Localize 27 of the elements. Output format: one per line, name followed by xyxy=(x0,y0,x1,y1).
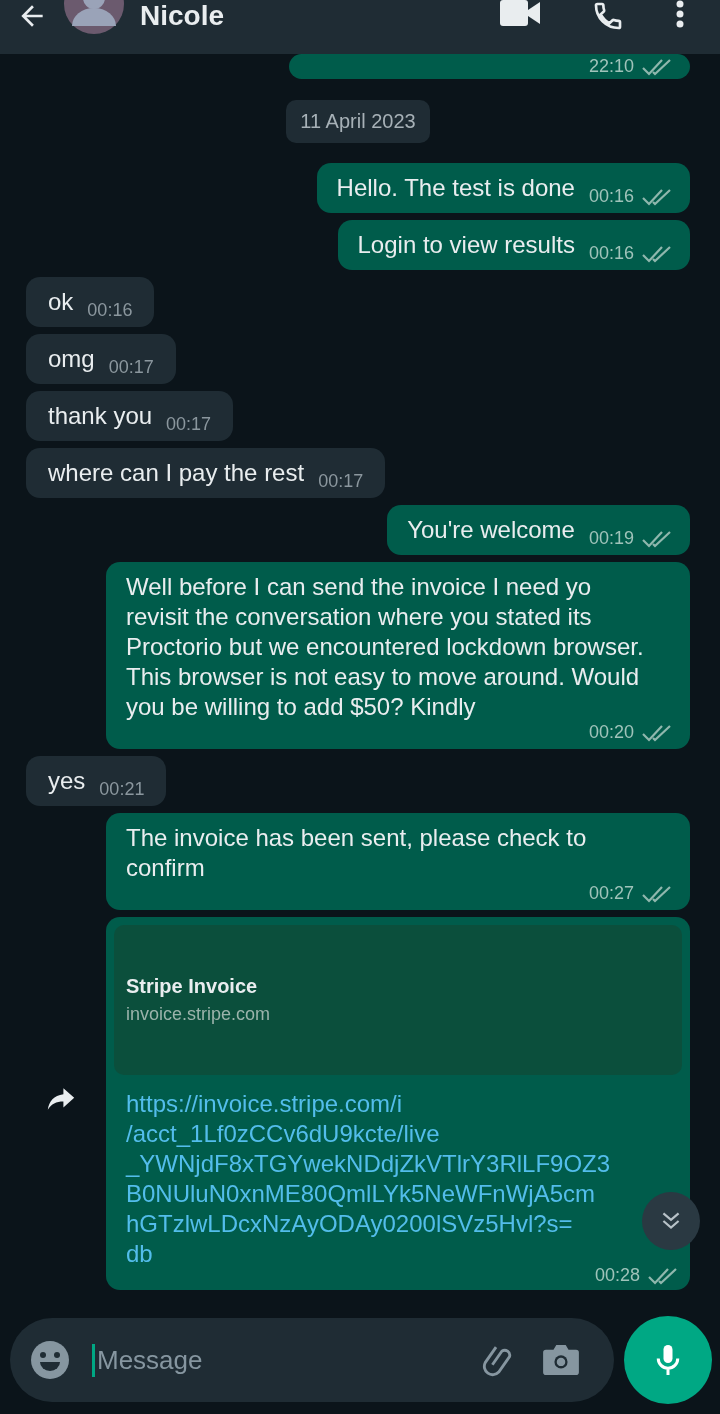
link-preview[interactable]: Stripe Invoice invoice.stripe.com xyxy=(114,925,682,1075)
message-text: thank you xyxy=(48,401,153,431)
message-time: 00:19 xyxy=(588,528,634,549)
contact-name[interactable]: Nicole xyxy=(140,2,225,30)
message-time: 00:21 xyxy=(99,779,145,800)
message-time: 00:16 xyxy=(87,300,133,321)
message-text: where can I pay the rest xyxy=(48,458,305,488)
message-time: 00:17 xyxy=(166,414,212,435)
date-chip: 11 April 2023 xyxy=(286,100,430,143)
message-time: 00:17 xyxy=(318,471,364,492)
preview-title: Stripe Invoice xyxy=(126,975,259,998)
message-text: Login to view results xyxy=(357,230,575,260)
message-input-field[interactable]: Message xyxy=(92,1343,458,1377)
message-text: Well before I can send the invoice I need yo revisit the conversation where you stated its Proctorio but we encountered lockdown browser. This browser is not easy to move around. Would you be willing to add $50? Kindly xyxy=(126,572,645,722)
message-text: ok xyxy=(48,287,74,317)
message-time: 22:10 xyxy=(588,56,634,77)
message-text: You're welcome xyxy=(407,515,575,545)
message-text: The invoice has been sent, please check to confirm xyxy=(126,823,588,883)
message-time: 00:16 xyxy=(588,243,634,264)
message-text: yes xyxy=(48,766,86,796)
message-time: 00:17 xyxy=(108,357,154,378)
message-text: Hello. The test is done xyxy=(336,173,575,203)
message-text: omg xyxy=(48,344,95,374)
message-time: 00:27 xyxy=(588,883,634,904)
preview-domain: invoice.stripe.com xyxy=(126,1004,272,1025)
message-time: 00:20 xyxy=(588,722,634,743)
message-time: 00:16 xyxy=(588,186,634,207)
